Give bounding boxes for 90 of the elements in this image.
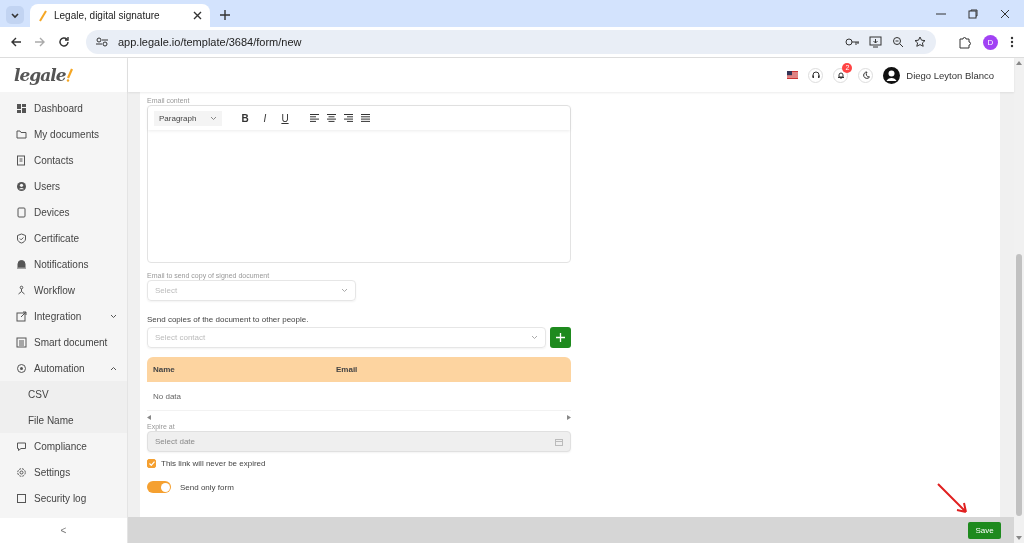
sidebar-item[interactable]: Users <box>0 173 127 199</box>
extensions-icon[interactable] <box>958 35 971 49</box>
user-name: Diego Leyton Blanco <box>906 69 994 81</box>
format-button[interactable]: B <box>240 112 250 124</box>
bell-icon <box>16 258 27 270</box>
settings-icon <box>16 466 27 478</box>
document-icon <box>16 336 27 348</box>
empty-table-text: No data <box>147 382 571 411</box>
us-flag-icon[interactable] <box>787 71 799 79</box>
add-contact-button[interactable] <box>550 327 571 348</box>
bell-icon <box>836 71 845 79</box>
chevron-icon <box>341 288 348 293</box>
link-icon <box>16 310 27 322</box>
rich-text-editor[interactable]: Paragraph B I U <box>147 105 571 263</box>
sidebar-item[interactable]: Contacts <box>0 147 127 173</box>
log-icon <box>16 492 27 504</box>
sidebar-item[interactable]: Security log <box>0 485 127 511</box>
gear-icon <box>16 362 27 374</box>
browser-tab[interactable]: Legale, digital signature <box>30 4 210 27</box>
sidebar-item[interactable]: Integration <box>0 303 127 329</box>
tab-title: Legale, digital signature <box>54 10 161 21</box>
zoom-icon[interactable] <box>892 36 904 48</box>
logo-wordmark: legale <box>14 65 66 85</box>
folder-icon <box>16 128 27 140</box>
column-header: Email <box>330 357 571 382</box>
toggle-switch[interactable] <box>147 481 171 493</box>
workflow-icon <box>16 284 27 296</box>
sidebar-item[interactable]: Certificate <box>0 225 127 251</box>
user-icon <box>16 180 27 192</box>
align-right-icon[interactable] <box>344 114 353 122</box>
sidebar-subitem[interactable]: CSV <box>0 381 127 407</box>
sidebar-item[interactable]: Devices <box>0 199 127 225</box>
close-icon[interactable] <box>193 11 202 20</box>
column-header: Name <box>147 357 330 382</box>
scroll-down-icon[interactable] <box>1016 536 1022 540</box>
shield-icon <box>16 232 27 244</box>
more-icon[interactable] <box>1010 36 1014 48</box>
pen-icon <box>66 68 75 82</box>
sidebar-item[interactable]: Notifications <box>0 251 127 277</box>
sidebar-subitem[interactable]: File Name <box>0 407 127 433</box>
chevron-icon <box>531 335 538 340</box>
dashboard-icon <box>16 102 27 114</box>
plus-icon <box>556 333 565 342</box>
scroll-up-icon[interactable] <box>1016 61 1022 65</box>
sidebar-item[interactable]: Smart document <box>0 329 127 355</box>
key-icon[interactable] <box>845 38 859 46</box>
save-button[interactable]: Save <box>968 521 1001 539</box>
scroll-right-icon[interactable] <box>567 415 571 420</box>
sidebar-item[interactable]: Automation <box>0 355 127 381</box>
restore-icon[interactable] <box>968 8 978 19</box>
sidebar-item[interactable]: Settings <box>0 459 127 485</box>
install-icon[interactable] <box>869 36 882 48</box>
align-left-icon[interactable] <box>310 114 319 122</box>
site-settings-icon <box>96 37 108 47</box>
profile-avatar[interactable]: D <box>983 34 998 50</box>
chevron-icon <box>210 115 217 121</box>
new-tab-icon[interactable] <box>220 10 230 20</box>
back-icon[interactable] <box>10 36 22 48</box>
chevron-icon <box>110 313 117 319</box>
format-button[interactable]: U <box>280 112 290 124</box>
align-center-icon[interactable] <box>327 114 336 122</box>
sidebar-item[interactable]: Compliance <box>0 433 127 459</box>
chevron-icon <box>110 365 117 371</box>
pen-icon <box>38 9 48 22</box>
address-bar[interactable]: app.legale.io/template/3684/form/new <box>86 30 936 54</box>
sidebar-item[interactable]: Workflow <box>0 277 127 303</box>
device-icon <box>16 206 27 218</box>
calendar-icon <box>555 437 563 446</box>
checkbox[interactable] <box>147 459 156 468</box>
format-button[interactable]: I <box>260 112 270 124</box>
collapse-sidebar-button[interactable]: < <box>0 518 127 543</box>
date-field: Select date <box>147 431 571 452</box>
toggle-label: Send only form <box>180 482 234 492</box>
checkbox-label: This link will never be expired <box>161 459 266 468</box>
field-label: Send copies of the document to other people. <box>147 315 310 324</box>
moon-icon <box>861 71 870 79</box>
tab-search-button[interactable] <box>6 6 24 24</box>
sidebar-item[interactable]: Dashboard <box>0 95 127 121</box>
sidebar-item[interactable]: My documents <box>0 121 127 147</box>
paragraph-dropdown[interactable]: Paragraph <box>154 110 222 126</box>
reload-icon[interactable] <box>58 36 70 48</box>
avatar-icon[interactable] <box>883 66 901 84</box>
star-icon[interactable] <box>914 36 926 48</box>
headset-icon <box>811 71 820 79</box>
chat-icon <box>16 440 27 452</box>
close-icon[interactable] <box>1000 8 1010 19</box>
contacts-icon <box>16 154 27 166</box>
justify-icon[interactable] <box>361 114 370 122</box>
scroll-left-icon[interactable] <box>147 415 151 420</box>
url-text: app.legale.io/template/3684/form/new <box>118 36 303 48</box>
